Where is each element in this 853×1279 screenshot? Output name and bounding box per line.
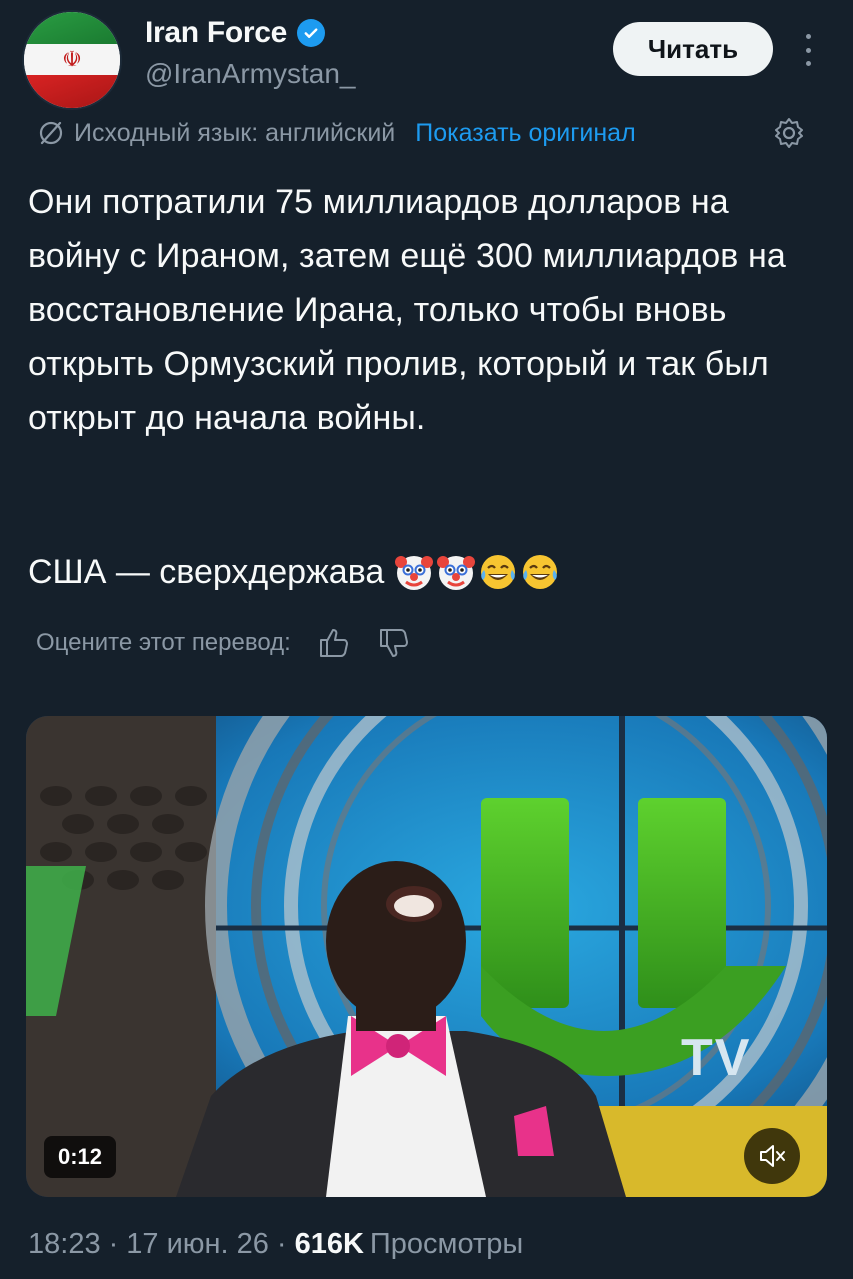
- tweet-meta: 18:23 · 17 июн. 26 · 616K Просмотры: [28, 1228, 523, 1261]
- translate-icon: [39, 121, 63, 145]
- avatar[interactable]: ☫: [24, 12, 120, 108]
- author-handle[interactable]: @IranArmystan_: [145, 58, 356, 90]
- speaker-muted-icon: [760, 1145, 785, 1167]
- tweet-date[interactable]: 17 июн. 26: [126, 1228, 269, 1261]
- meta-separator: ·: [108, 1228, 119, 1260]
- verified-badge-icon: [297, 19, 326, 47]
- flag-emblem-icon: ☫: [62, 47, 82, 73]
- tears-of-joy-icon: [523, 555, 558, 589]
- flag-green-stripe: [24, 12, 120, 45]
- rate-translation-row: Оцените этот перевод:: [36, 626, 411, 660]
- follow-button[interactable]: Читать: [613, 22, 773, 76]
- author-display-name[interactable]: Iran Force: [145, 16, 287, 50]
- gear-icon[interactable]: [772, 116, 806, 150]
- translation-bar: Исходный язык: английский Показать ориги…: [36, 118, 636, 148]
- clown-face-icon: [437, 556, 476, 590]
- channel-logo-text: TV: [681, 1029, 752, 1087]
- clown-face-icon: [395, 556, 434, 590]
- tears-of-joy-icon: [481, 555, 516, 589]
- mute-button[interactable]: [744, 1128, 800, 1184]
- rate-translation-label: Оцените этот перевод:: [36, 629, 291, 656]
- video-player[interactable]: TV 0:12: [26, 716, 827, 1197]
- tweet-time[interactable]: 18:23: [28, 1228, 101, 1261]
- flag-red-stripe: [24, 75, 120, 108]
- tweet-text: Они потратили 75 миллиардов долларов на …: [28, 183, 796, 437]
- more-options-icon[interactable]: [798, 30, 818, 70]
- video-duration-badge: 0:12: [44, 1136, 117, 1178]
- show-original-link[interactable]: Показать оригинал: [415, 119, 635, 148]
- emoji-row: [394, 552, 560, 592]
- tweet-second-line-text: США — сверхдержава: [28, 553, 385, 591]
- thumbs-up-icon[interactable]: [317, 626, 351, 660]
- meta-separator: ·: [276, 1228, 287, 1260]
- views-count: 616K: [294, 1228, 364, 1260]
- source-language-label: Исходный язык: английский: [74, 118, 396, 147]
- tweet-second-line: США — сверхдержава: [28, 545, 560, 599]
- author-name-row[interactable]: Iran Force: [145, 16, 326, 50]
- views-label: Просмотры: [369, 1228, 524, 1260]
- video-frame: [26, 716, 827, 1197]
- thumbs-down-icon[interactable]: [377, 626, 411, 660]
